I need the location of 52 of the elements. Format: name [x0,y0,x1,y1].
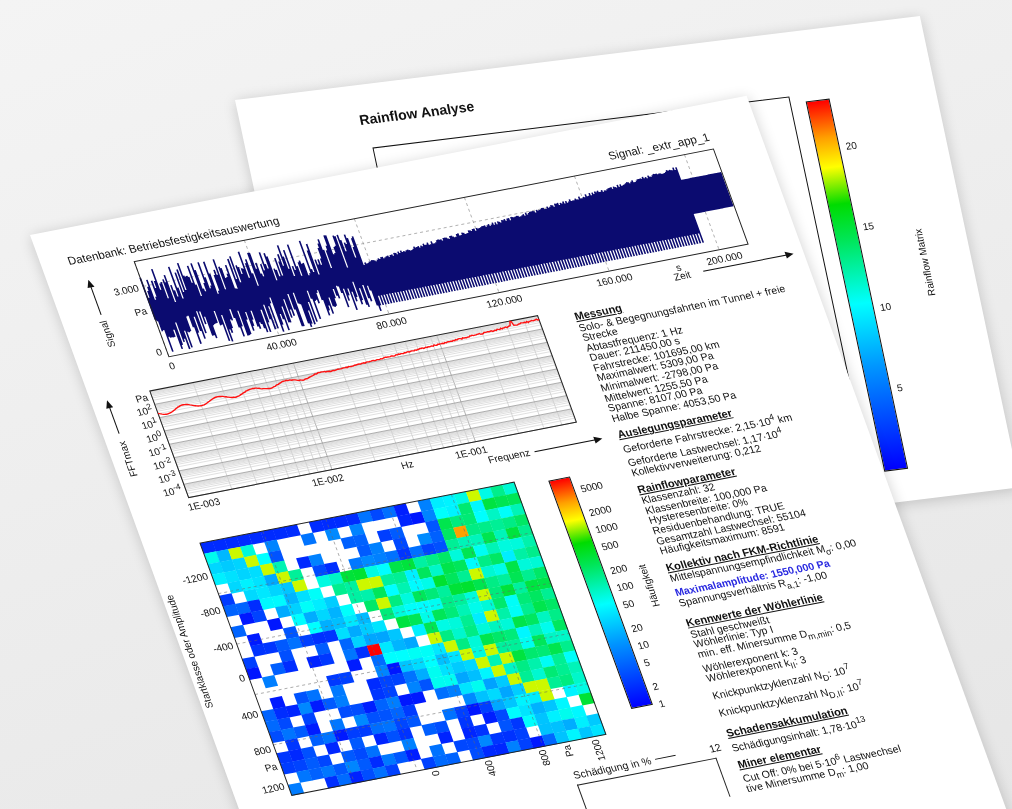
axis-tick-label: 0 [429,769,442,777]
colorbar-tick-label: 200 [608,562,629,576]
axis-tick-label: 1200 [260,781,287,796]
axis-tick-label: 400 [482,759,500,778]
colorbar-tick-label: 100 [614,579,636,594]
axis-tick-label: -1200 [180,570,210,587]
axis-tick-label: 1E-002 [310,471,346,489]
axis-tick-label: -400 [211,640,235,655]
axis-tick-label: 40.000 [264,336,299,353]
axis-tick-label: 80.000 [374,315,409,332]
colorbar-tick-label: 5 [895,381,904,394]
colorbar-tick-label: 1000 [593,520,620,536]
axis-title: Frequenz [486,446,532,466]
colorbar-tick-label: 2 [650,680,660,692]
colorbar-tick-label: 2000 [587,503,613,518]
colorbar-title: Rainflow Matrix [912,228,938,297]
axis-tick-label: Pa [561,743,577,758]
axis-unit: Pa [133,391,150,405]
axis-tick-label: 3.000 [112,282,141,298]
colorbar-tick-label: 20 [629,621,645,634]
axis-title: Signal [97,319,118,349]
axis-tick-label: 1200 [589,738,608,762]
colorbar-tick-label: 10 [878,300,893,313]
axis-arrow [87,279,102,316]
axis-tick-label: 12 [707,740,723,755]
colorbar-tick-label: 5000 [578,479,605,495]
axis-tick-label: 400 [239,708,260,722]
colorbar-tick-label: 15 [861,220,876,233]
colorbar-tick-label: 5 [642,657,652,669]
colorbar-tick-label: 10 [635,638,651,652]
colorbar-tick-label: 50 [621,598,636,611]
axis-tick-label: -800 [198,604,222,620]
axis-tick-label: 800 [536,748,553,767]
colorbar-tick-label: 500 [600,539,621,553]
axis-tick-label: 1E-001 [453,444,489,461]
axis-tick-label: 200.000 [704,249,745,268]
axis-tick-label: 0 [154,346,164,358]
report-title: Rainflow Analyse [356,97,476,130]
axis-tick-label: 160.000 [594,271,635,289]
axis-tick-label: 0 [167,360,177,372]
axis-unit: Pa [132,305,149,319]
axis-arrow [534,436,603,453]
axis-tick-label: 120.000 [484,292,524,310]
colorbar-tick-label: 20 [844,139,858,152]
axis-unit: s [674,261,683,274]
axis-tick-label: 0 [237,672,247,685]
axis-unit: Hz [399,458,416,472]
axis-tick-label: 1E-003 [186,495,222,513]
axis-tick-label: 800 [252,743,273,758]
axis-tick-label: Pa [263,761,279,774]
axis-arrow [106,400,120,435]
colorbar-tick-label: 1 [657,697,667,710]
